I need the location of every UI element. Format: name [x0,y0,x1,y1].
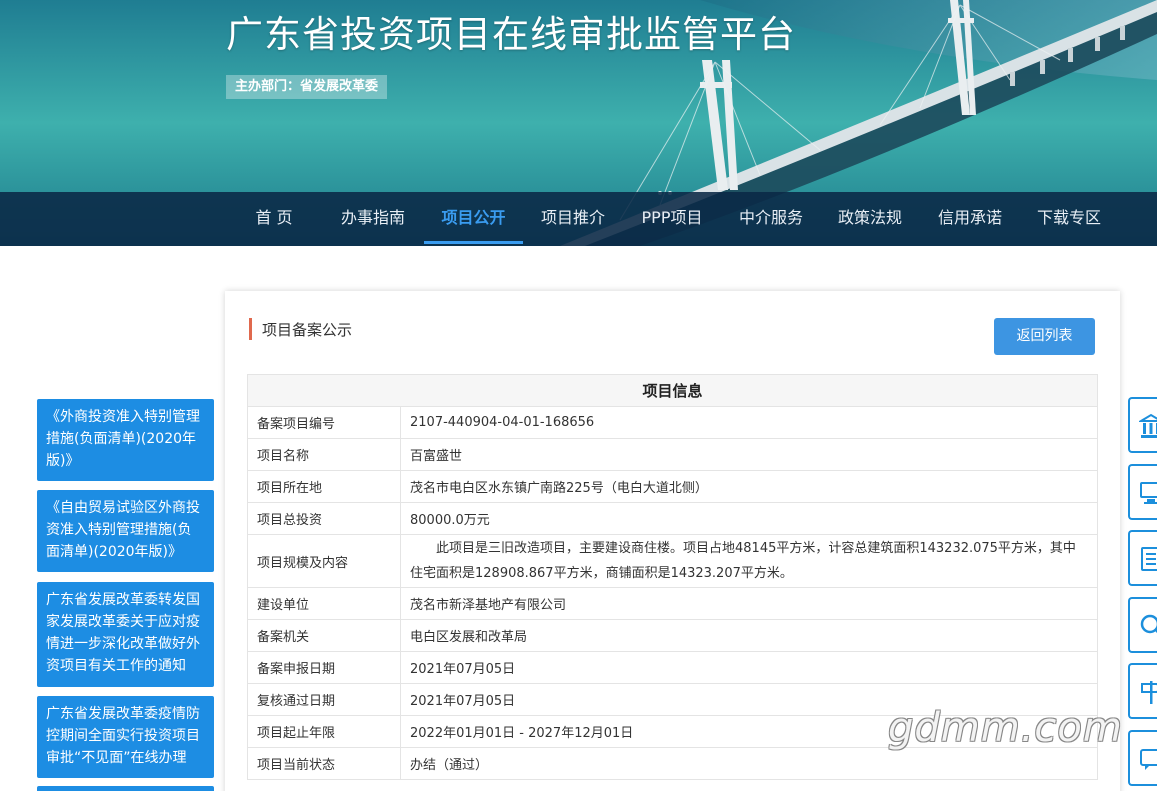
nav-item-project-public[interactable]: 项目公开 [424,192,523,246]
row-label: 复核通过日期 [247,683,401,716]
sponsor-label: 主办部门：省发展改革委 [226,75,388,99]
nav-item-download[interactable]: 下载专区 [1029,192,1109,246]
table-row: 项目所在地 茂名市电白区水东镇广南路225号（电白大道北侧） [247,470,1098,503]
table-row: 项目名称 百富盛世 [247,438,1098,471]
sidebar-link-negative-list[interactable]: 《外商投资准入特别管理措施(负面清单)(2020年版)》 [37,399,214,481]
section-title: 项目备案公示 [249,318,352,340]
row-value: 此项目是三旧改造项目，主要建设商住楼。项目占地48145平方米，计容总建筑面积1… [400,534,1098,588]
sidebar-link-ftz-negative-list[interactable]: 《自由贸易试验区外商投资准入特别管理措施(负面清单)(2020年版)》 [37,490,214,572]
sidebar-link-covid-foreign-investment[interactable]: 广东省发展改革委转发国家发展改革委关于应对疫情进一步深化改革做好外资项目有关工作… [37,582,214,687]
table-row: 备案机关 电白区发展和改革局 [247,619,1098,652]
table-row: 备案申报日期 2021年07月05日 [247,651,1098,684]
nav-item-project-promotion[interactable]: 项目推介 [533,192,613,246]
back-to-list-button[interactable]: 返回列表 [994,318,1095,355]
nav-item-home[interactable]: 首 页 [240,192,308,246]
table-row: 项目当前状态 办结（通过） [247,747,1098,780]
sidebar-link-more[interactable] [37,786,214,791]
watermark-text: gdmm.com [888,705,1123,751]
document-icon [1141,547,1157,571]
float-button-building[interactable] [1128,397,1157,453]
table-row: 建设单位 茂名市新泽基地产有限公司 [247,587,1098,620]
row-label: 项目所在地 [247,470,401,503]
row-value: 电白区发展和改革局 [400,619,1098,652]
float-button-chat[interactable] [1128,730,1157,786]
float-button-computer[interactable] [1128,464,1157,520]
site-title: 广东省投资项目在线审批监管平台 [226,13,796,56]
signpost-icon [1141,681,1157,704]
float-button-search[interactable] [1128,597,1157,653]
nav-item-guide[interactable]: 办事指南 [333,192,413,246]
row-value: 2107-440904-04-01-168656 [400,406,1098,439]
row-label: 项目起止年限 [247,715,401,748]
row-value: 茂名市新泽基地产有限公司 [400,587,1098,620]
nav-item-agency[interactable]: 中介服务 [731,192,811,246]
row-label: 备案项目编号 [247,406,401,439]
nav-item-credit[interactable]: 信用承诺 [930,192,1010,246]
chat-icon [1140,749,1157,770]
computer-icon [1140,482,1157,504]
row-value: 茂名市电白区水东镇广南路225号（电白大道北侧） [400,470,1098,503]
row-label: 建设单位 [247,587,401,620]
row-label: 项目规模及内容 [247,534,401,588]
building-icon [1139,413,1157,438]
float-button-document[interactable] [1128,530,1157,586]
row-label: 项目总投资 [247,502,401,535]
nav-item-policy[interactable]: 政策法规 [830,192,910,246]
row-value: 办结（通过） [400,747,1098,780]
table-row: 备案项目编号 2107-440904-04-01-168656 [247,406,1098,439]
sidebar-link-online-approval[interactable]: 广东省发展改革委疫情防控期间全面实行投资项目审批“不见面”在线办理 [37,696,214,778]
table-row: 项目规模及内容 此项目是三旧改造项目，主要建设商住楼。项目占地48145平方米，… [247,534,1098,588]
row-label: 项目当前状态 [247,747,401,780]
nav-item-ppp[interactable]: PPP项目 [632,192,712,246]
row-label: 项目名称 [247,438,401,471]
row-value: 百富盛世 [400,438,1098,471]
row-value: 2021年07月05日 [400,651,1098,684]
row-value: 80000.0万元 [400,502,1098,535]
row-label: 备案机关 [247,619,401,652]
main-nav: 首 页 办事指南 项目公开 项目推介 PPP项目 中介服务 政策法规 信用承诺 … [0,192,1157,246]
search-icon [1140,614,1157,634]
table-header-row: 项目信息 [247,374,1098,407]
table-title: 项目信息 [247,374,1098,407]
table-row: 项目总投资 80000.0万元 [247,502,1098,535]
row-label: 备案申报日期 [247,651,401,684]
float-button-signpost[interactable] [1128,663,1157,719]
